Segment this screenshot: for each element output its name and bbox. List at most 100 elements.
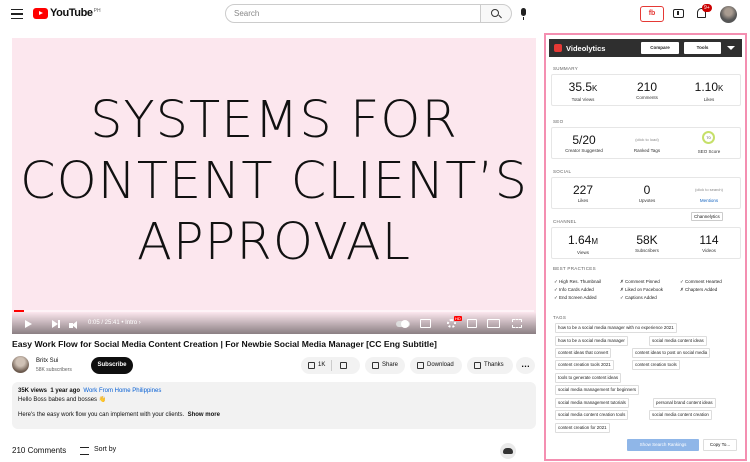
play-icon[interactable] <box>25 320 32 328</box>
next-icon[interactable] <box>52 320 60 328</box>
mentions-label: Mentions <box>699 198 719 203</box>
captions-icon[interactable] <box>420 319 431 328</box>
ranked-tags-stat[interactable]: (click to load) Ranked Tags <box>622 136 672 153</box>
tag-item[interactable]: content ideas to post on social media <box>632 348 711 358</box>
summary-label: SUMMARY <box>553 66 579 71</box>
search-input[interactable]: Search <box>225 4 481 23</box>
tag-item[interactable]: social media content ideas <box>649 336 707 346</box>
copy-to-button[interactable]: Copy To... <box>703 439 737 451</box>
channel-name[interactable]: Britx Sui <box>36 358 58 364</box>
tag-item[interactable]: tools to generate content ideas <box>555 373 622 383</box>
total-views-label: Total Views <box>571 97 595 102</box>
like-count: 1K <box>318 362 326 368</box>
time-display: 0:05 / 25:41 • Intro › <box>88 320 141 326</box>
cloud-icon[interactable] <box>500 443 516 459</box>
download-icon <box>417 362 424 369</box>
autoplay-toggle[interactable] <box>396 320 410 328</box>
thanks-label: Thanks <box>484 362 504 368</box>
summary-card: 35.5K Total Views 210 Comments 1.10K Lik… <box>551 74 741 106</box>
channel-subs-value: 58K <box>636 233 658 247</box>
video-player[interactable]: SYSTEMS FOR CONTENT CLIENT’S APPROVAL 0:… <box>12 38 536 334</box>
tag-item[interactable]: social media content creation tools <box>555 410 629 420</box>
mentions-stat[interactable]: (click to search) Mentions <box>684 186 734 203</box>
mic-icon[interactable] <box>521 8 526 20</box>
tag-item[interactable]: content creation for 2021 <box>555 423 610 433</box>
create-video-icon[interactable] <box>673 9 684 18</box>
bp-info-cards: ✓ Info Cards Added <box>554 287 594 292</box>
tag-item[interactable]: content creation tools 2021 <box>555 360 614 370</box>
channel-subs-label: Subscribers <box>635 248 659 253</box>
bp-end-screen: ✓ End Screen Added <box>554 295 597 300</box>
show-search-rankings-button[interactable]: Show Search Rankings <box>627 439 699 451</box>
upvotes-value: 0 <box>643 183 651 197</box>
more-actions-button[interactable]: … <box>516 357 535 374</box>
fb-likes-stat: 227 Likes <box>560 183 606 203</box>
total-views-value: 35.5 <box>568 80 592 94</box>
videolytics-logo-icon <box>554 44 562 52</box>
total-views-unit: K <box>592 84 598 93</box>
upload-age: 1 year ago <box>50 388 81 394</box>
youtube-play-icon <box>33 8 48 19</box>
description-box[interactable]: 35K views 1 year ago Work From Home Phil… <box>12 382 536 429</box>
channel-avatar[interactable] <box>12 356 29 373</box>
ranked-tags-label: Ranked Tags <box>633 148 661 153</box>
videolytics-panel: Videolytics Compare Tools SUMMARY 35.5K … <box>544 33 747 461</box>
channel-subscribers: 58K subscribers <box>36 367 72 373</box>
channel-views-unit: M <box>591 237 599 246</box>
video-text-line-2: CONTENT CLIENT’S <box>20 152 528 211</box>
top-bar: YouTube PH Search fb 9+ <box>0 0 750 30</box>
seo-score-label: SEO Score <box>697 149 721 154</box>
video-title: Easy Work Flow for Social Media Content … <box>12 339 437 349</box>
likes-value: 1.10 <box>694 80 718 94</box>
tag-item[interactable]: social media content creation <box>649 410 712 420</box>
show-more-link[interactable]: Show more <box>188 412 220 418</box>
tag-item[interactable]: content ideas that convert <box>555 348 612 358</box>
creator-suggested-value: 5/20 <box>572 133 596 147</box>
thanks-icon <box>474 362 481 369</box>
tag-item[interactable]: social media management for beginners <box>555 385 640 395</box>
panel-title: Videolytics <box>566 44 606 53</box>
compare-button[interactable]: Compare <box>641 42 679 54</box>
tag-item[interactable]: social media management tutorials <box>555 398 629 408</box>
ranked-tags-note[interactable]: (click to load) <box>622 137 672 142</box>
theater-mode-icon[interactable] <box>487 319 500 328</box>
seo-label: SEO <box>553 119 564 124</box>
sort-by-button[interactable]: Sort by <box>80 446 116 455</box>
video-text-line-3: APPROVAL <box>136 213 411 272</box>
total-views-stat: 35.5K Total Views <box>560 80 606 102</box>
bp-captions-added: ✓ Captions Added <box>620 295 657 300</box>
tools-dropdown[interactable]: Tools <box>684 42 721 54</box>
download-button[interactable]: Download <box>410 357 462 374</box>
videolytics-extension-icon[interactable]: fb <box>640 6 664 22</box>
bp-comment-hearted: ✓ Comment Hearted <box>680 279 722 284</box>
seo-score-dial: 70 <box>702 131 715 144</box>
bp-liked-on-facebook: ✗ Liked on Facebook <box>620 287 664 292</box>
miniplayer-icon[interactable] <box>467 319 477 328</box>
collapse-caret-icon[interactable] <box>727 46 735 50</box>
menu-icon[interactable] <box>11 9 23 19</box>
fullscreen-icon[interactable] <box>512 319 522 328</box>
channelytics-button[interactable]: Channelytics <box>691 212 723 221</box>
tag-item[interactable]: how to be a social media manager with no… <box>555 323 677 333</box>
channel-videos-label: Videos <box>702 248 716 253</box>
tag-item[interactable]: personal brand content ideas <box>653 398 716 408</box>
thanks-button[interactable]: Thanks <box>467 357 513 374</box>
upvotes-stat: 0 Upvotes <box>624 183 670 203</box>
upvotes-label: Upvotes <box>638 198 656 203</box>
volume-icon[interactable] <box>69 321 77 329</box>
location-link[interactable]: Work From Home Philippines <box>83 388 161 394</box>
thumbs-down-icon[interactable] <box>340 362 347 369</box>
logo-text: YouTube <box>50 7 93 19</box>
seo-card: 5/20 Creator Suggested (click to load) R… <box>551 127 741 159</box>
mentions-note[interactable]: (click to search) <box>684 187 734 192</box>
account-avatar[interactable] <box>720 6 737 23</box>
subscribe-button[interactable]: Subscribe <box>91 357 133 374</box>
youtube-logo[interactable]: YouTube PH <box>33 8 101 19</box>
like-divider <box>331 360 332 371</box>
tag-item[interactable]: content creation tools <box>632 360 680 370</box>
share-button[interactable]: Share <box>365 357 405 374</box>
creator-suggested-stat: 5/20 Creator Suggested <box>557 133 611 153</box>
search-button[interactable] <box>481 4 512 23</box>
search-icon <box>491 9 499 17</box>
tag-item[interactable]: how to be a social media manager <box>555 336 628 346</box>
